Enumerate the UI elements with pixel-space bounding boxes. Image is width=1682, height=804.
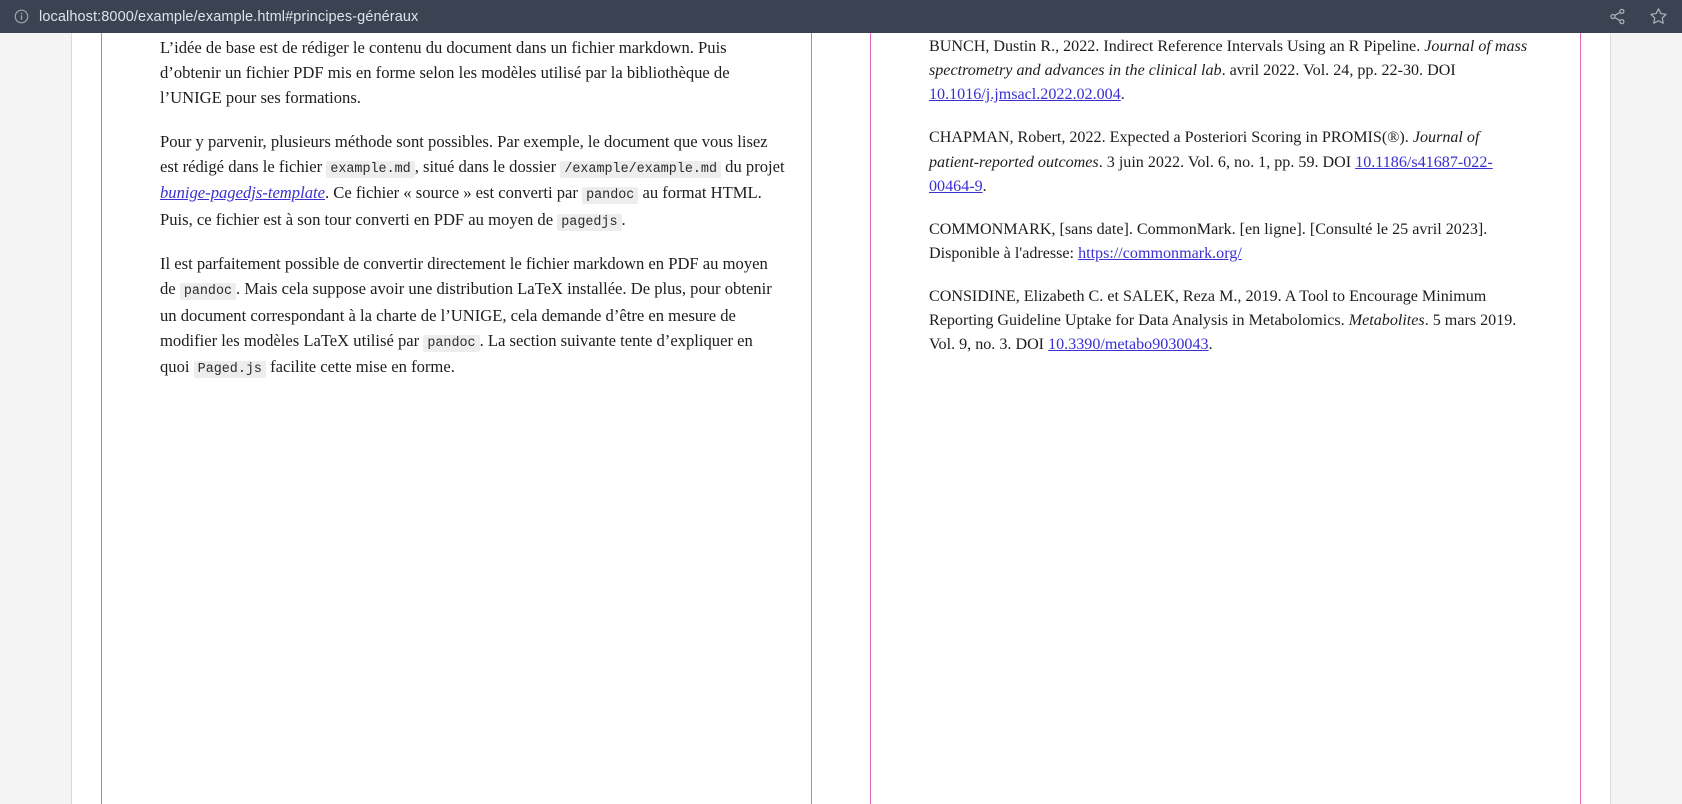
page-spread-current: Principes généraux L’idée de base est de…	[71, 33, 1611, 804]
page-principes-generaux: Principes généraux L’idée de base est de…	[72, 33, 841, 804]
url-text: localhost:8000/example/example.html#prin…	[39, 8, 419, 25]
paragraph: Pour y parvenir, plusieurs méthode sont …	[160, 131, 785, 231]
bibliography-entry: CONSIDINE, Elizabeth C. et SALEK, Reza M…	[929, 288, 1517, 354]
page-bibliographie: Bibliographie BUNCH, Dustin R., 2022. In…	[841, 33, 1610, 804]
inline-code: pandoc	[582, 187, 639, 205]
document-viewer[interactable]: cc BY SA	[0, 33, 1682, 804]
page-body-right: Bibliographie BUNCH, Dustin R., 2022. In…	[929, 33, 1530, 804]
pages-container: cc BY SA	[0, 33, 1682, 804]
bibliography-list: BUNCH, Dustin R., 2022. Indirect Referen…	[929, 35, 1530, 358]
address-bar[interactable]: localhost:8000/example/example.html#prin…	[14, 9, 1588, 25]
doc-link[interactable]: https://commonmark.org/	[1078, 245, 1242, 262]
doc-link[interactable]: bunige-pagedjs-template	[160, 183, 325, 202]
emphasis-text: Metabolites	[1348, 312, 1425, 330]
bibliography-entry: CHAPMAN, Robert, 2022. Expected a Poster…	[929, 129, 1493, 195]
browser-toolbar: localhost:8000/example/example.html#prin…	[0, 0, 1682, 33]
page-body-left: Principes généraux L’idée de base est de…	[160, 33, 785, 804]
bibliography-entry: BUNCH, Dustin R., 2022. Indirect Referen…	[929, 38, 1528, 104]
left-paragraphs: L’idée de base est de rédiger le contenu…	[160, 35, 785, 381]
emphasis-text: Journal of mass spectrometry and advance…	[929, 38, 1528, 80]
inline-code: pagedjs	[557, 213, 622, 231]
doc-link[interactable]: 10.1016/j.jmsacl.2022.02.004	[929, 86, 1121, 103]
info-circle-icon[interactable]	[14, 9, 29, 24]
inline-code: pandoc	[179, 283, 237, 301]
star-icon[interactable]	[1649, 7, 1668, 26]
toolbar-actions	[1588, 7, 1668, 26]
inline-code: example.md	[326, 160, 415, 178]
paragraph: Il est parfaitement possible de converti…	[160, 254, 772, 379]
doc-link[interactable]: 10.3390/metabo9030043	[1048, 336, 1208, 353]
inline-code: Paged.js	[193, 361, 266, 379]
inline-code: /example/example.md	[560, 160, 722, 178]
paragraph: L’idée de base est de rédiger le contenu…	[160, 38, 730, 108]
share-icon[interactable]	[1608, 7, 1627, 26]
inline-code: pandoc	[423, 334, 480, 352]
bibliography-entry: COMMONMARK, [sans date]. CommonMark. [en…	[929, 220, 1488, 263]
